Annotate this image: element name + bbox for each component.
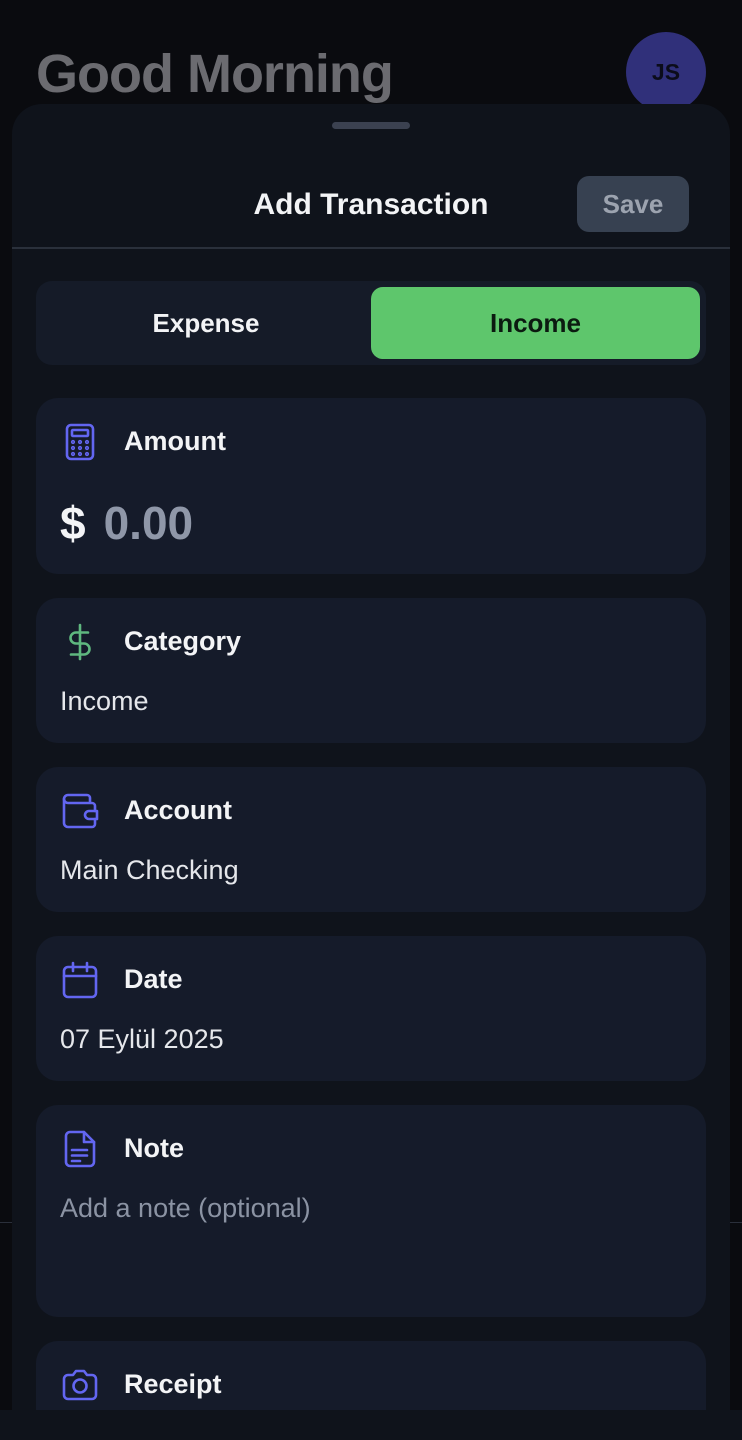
- bottom-backdrop: [0, 1410, 742, 1440]
- date-value: 07 Eylül 2025: [60, 1024, 224, 1054]
- receipt-label: Receipt: [124, 1369, 222, 1399]
- wallet-icon: [60, 791, 100, 831]
- header-divider: [12, 247, 730, 249]
- avatar[interactable]: JS: [626, 32, 706, 112]
- category-label: Category: [124, 626, 242, 656]
- date-card[interactable]: Date 07 Eylül 2025: [36, 936, 706, 1081]
- document-icon: [60, 1129, 100, 1169]
- note-label: Note: [124, 1133, 184, 1163]
- account-label: Account: [124, 795, 232, 825]
- sheet-header: Add Transaction Save: [12, 162, 730, 248]
- amount-input[interactable]: [103, 496, 504, 550]
- greeting-title: Good Morning: [36, 44, 394, 104]
- receipt-card[interactable]: Receipt: [36, 1341, 706, 1410]
- category-value: Income: [60, 686, 149, 716]
- sheet-drag-handle[interactable]: [332, 122, 410, 129]
- add-transaction-sheet: Add Transaction Save Expense Income Amou…: [12, 104, 730, 1410]
- calculator-icon: [60, 422, 100, 462]
- account-value: Main Checking: [60, 855, 239, 885]
- currency-symbol: $: [60, 497, 86, 549]
- expense-tab[interactable]: Expense: [42, 287, 370, 359]
- calendar-icon: [60, 960, 100, 1000]
- dollar-sign-icon: [60, 622, 100, 662]
- note-card: Note: [36, 1105, 706, 1317]
- transaction-type-toggle: Expense Income: [36, 281, 706, 365]
- amount-row: $: [60, 496, 504, 550]
- save-button[interactable]: Save: [577, 176, 689, 232]
- account-card[interactable]: Account Main Checking: [36, 767, 706, 912]
- note-input[interactable]: [60, 1193, 680, 1303]
- category-card[interactable]: Category Income: [36, 598, 706, 743]
- camera-icon: [60, 1365, 100, 1405]
- amount-label: Amount: [124, 426, 226, 456]
- income-tab[interactable]: Income: [371, 287, 700, 359]
- amount-card[interactable]: Amount $: [36, 398, 706, 574]
- date-label: Date: [124, 964, 183, 994]
